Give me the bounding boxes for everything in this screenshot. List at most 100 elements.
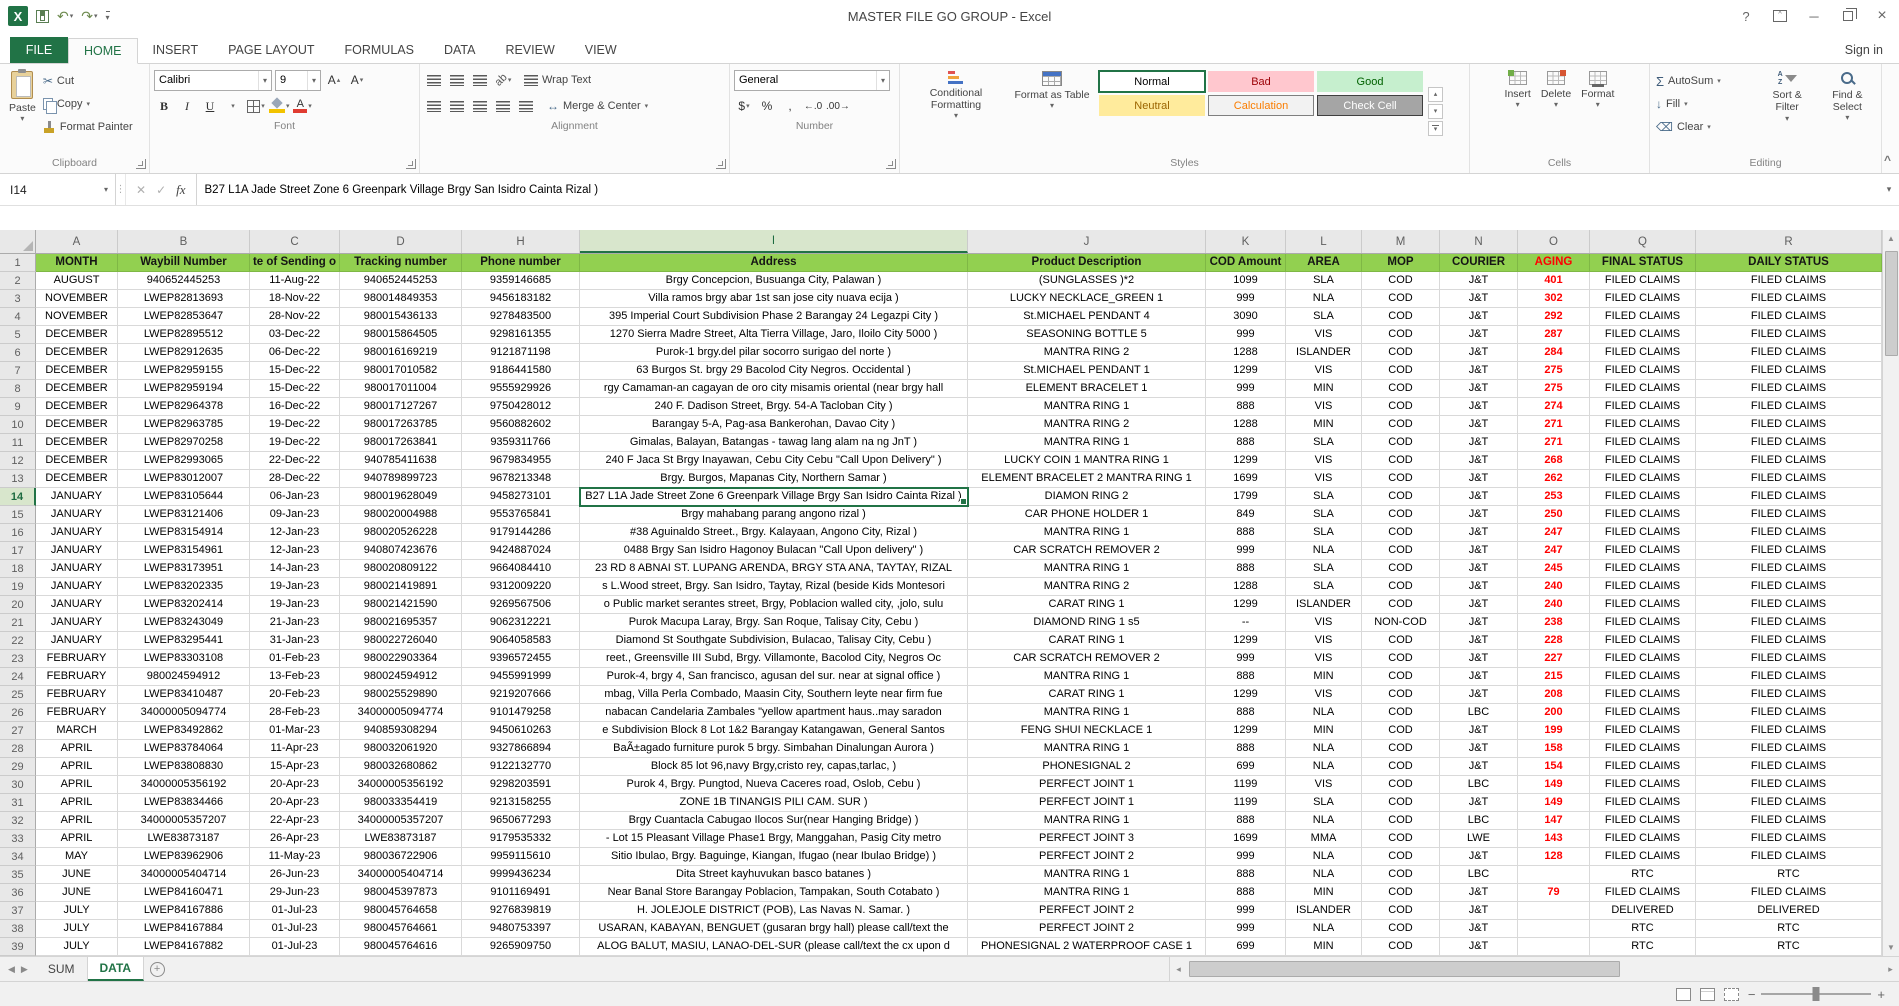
cell-q21[interactable]: FILED CLAIMS	[1590, 614, 1696, 632]
conditional-formatting-button[interactable]: Conditional Formatting ▾	[904, 67, 1008, 156]
cell-k24[interactable]: 888	[1206, 668, 1286, 686]
cell-b32[interactable]: 34000005357207	[118, 812, 250, 830]
scroll-left-button[interactable]: ◂	[1170, 964, 1187, 975]
cell-h35[interactable]: 9999436234	[462, 866, 580, 884]
cell-k21[interactable]: --	[1206, 614, 1286, 632]
cell-j24[interactable]: MANTRA RING 1	[968, 668, 1206, 686]
cell-n10[interactable]: J&T	[1440, 416, 1518, 434]
cell-a28[interactable]: APRIL	[36, 740, 118, 758]
cell-r9[interactable]: FILED CLAIMS	[1696, 398, 1882, 416]
cell-k11[interactable]: 888	[1206, 434, 1286, 452]
cell-q25[interactable]: FILED CLAIMS	[1590, 686, 1696, 704]
scroll-right-button[interactable]: ▸	[1882, 964, 1899, 975]
cell-d36[interactable]: 980045397873	[340, 884, 462, 902]
bold-button[interactable]: B	[154, 96, 174, 117]
scroll-up-button[interactable]: ▲	[1883, 230, 1899, 247]
cell-j3[interactable]: LUCKY NECKLACE_GREEN 1	[968, 290, 1206, 308]
cell-m35[interactable]: COD	[1362, 866, 1440, 884]
cell-c10[interactable]: 19-Dec-22	[250, 416, 340, 434]
cell-n14[interactable]: J&T	[1440, 488, 1518, 506]
cell-m29[interactable]: COD	[1362, 758, 1440, 776]
cell-d31[interactable]: 980033354419	[340, 794, 462, 812]
cell-m20[interactable]: COD	[1362, 596, 1440, 614]
cell-m31[interactable]: COD	[1362, 794, 1440, 812]
cell-m7[interactable]: COD	[1362, 362, 1440, 380]
cell-o19[interactable]: 240	[1518, 578, 1590, 596]
cell-q7[interactable]: FILED CLAIMS	[1590, 362, 1696, 380]
cell-m37[interactable]: COD	[1362, 902, 1440, 920]
gallery-up-button[interactable]: ▴	[1428, 87, 1443, 102]
vertical-scroll-thumb[interactable]	[1884, 251, 1898, 356]
cell-j27[interactable]: FENG SHUI NECKLACE 1	[968, 722, 1206, 740]
cell-o21[interactable]: 238	[1518, 614, 1590, 632]
row-number-7[interactable]: 7	[0, 362, 36, 380]
cell-r27[interactable]: FILED CLAIMS	[1696, 722, 1882, 740]
row-number-23[interactable]: 23	[0, 650, 36, 668]
cell-l28[interactable]: NLA	[1286, 740, 1362, 758]
collapse-ribbon-button[interactable]: ^	[1884, 153, 1891, 167]
header-cell-a1[interactable]: MONTH	[36, 254, 118, 272]
increase-font-size-button[interactable]: A ▴	[324, 70, 344, 91]
cell-c14[interactable]: 06-Jan-23	[250, 488, 340, 506]
cell-n3[interactable]: J&T	[1440, 290, 1518, 308]
cell-j15[interactable]: CAR PHONE HOLDER 1	[968, 506, 1206, 524]
cell-c19[interactable]: 19-Jan-23	[250, 578, 340, 596]
cell-l33[interactable]: MMA	[1286, 830, 1362, 848]
cell-a38[interactable]: JULY	[36, 920, 118, 938]
cell-r35[interactable]: RTC	[1696, 866, 1882, 884]
comma-style-button[interactable]: ,	[780, 96, 800, 117]
cell-k39[interactable]: 699	[1206, 938, 1286, 956]
cell-m4[interactable]: COD	[1362, 308, 1440, 326]
cell-j39[interactable]: PHONESIGNAL 2 WATERPROOF CASE 1	[968, 938, 1206, 956]
cell-h8[interactable]: 9555929926	[462, 380, 580, 398]
cell-l15[interactable]: SLA	[1286, 506, 1362, 524]
cell-o27[interactable]: 199	[1518, 722, 1590, 740]
cell-d27[interactable]: 940859308294	[340, 722, 462, 740]
cell-b19[interactable]: LWEP83202335	[118, 578, 250, 596]
cell-b6[interactable]: LWEP82912635	[118, 344, 250, 362]
cell-h11[interactable]: 9359311766	[462, 434, 580, 452]
row-number-10[interactable]: 10	[0, 416, 36, 434]
cell-d30[interactable]: 34000005356192	[340, 776, 462, 794]
cell-h39[interactable]: 9265909750	[462, 938, 580, 956]
cell-i33[interactable]: - Lot 15 Pleasant Village Phase1 Brgy, M…	[580, 830, 968, 848]
row-number-14[interactable]: 14	[0, 488, 36, 506]
cell-d15[interactable]: 980020004988	[340, 506, 462, 524]
cell-d6[interactable]: 980016169219	[340, 344, 462, 362]
cell-o38[interactable]	[1518, 920, 1590, 938]
cell-r33[interactable]: FILED CLAIMS	[1696, 830, 1882, 848]
cell-d24[interactable]: 980024594912	[340, 668, 462, 686]
cell-h2[interactable]: 9359146685	[462, 272, 580, 290]
cell-m36[interactable]: COD	[1362, 884, 1440, 902]
cell-b15[interactable]: LWEP83121406	[118, 506, 250, 524]
cell-d39[interactable]: 980045764616	[340, 938, 462, 956]
new-sheet-button[interactable]: +	[144, 957, 170, 981]
cell-m34[interactable]: COD	[1362, 848, 1440, 866]
cell-m39[interactable]: COD	[1362, 938, 1440, 956]
cell-a18[interactable]: JANUARY	[36, 560, 118, 578]
cell-k38[interactable]: 999	[1206, 920, 1286, 938]
cell-h27[interactable]: 9450610263	[462, 722, 580, 740]
cell-d5[interactable]: 980015864505	[340, 326, 462, 344]
customize-quick-access-button[interactable]: ▾	[105, 10, 110, 22]
cell-j18[interactable]: MANTRA RING 1	[968, 560, 1206, 578]
formula-bar-splitter[interactable]: ⋮	[116, 174, 126, 205]
cell-h30[interactable]: 9298203591	[462, 776, 580, 794]
cell-m12[interactable]: COD	[1362, 452, 1440, 470]
cell-c9[interactable]: 16-Dec-22	[250, 398, 340, 416]
cell-k18[interactable]: 888	[1206, 560, 1286, 578]
cell-h4[interactable]: 9278483500	[462, 308, 580, 326]
cell-a27[interactable]: MARCH	[36, 722, 118, 740]
cell-m17[interactable]: COD	[1362, 542, 1440, 560]
cell-c13[interactable]: 28-Dec-22	[250, 470, 340, 488]
cell-style-normal[interactable]: Normal	[1098, 70, 1206, 93]
cell-n35[interactable]: LBC	[1440, 866, 1518, 884]
cell-j23[interactable]: CAR SCRATCH REMOVER 2	[968, 650, 1206, 668]
row-number-3[interactable]: 3	[0, 290, 36, 308]
cell-b30[interactable]: 34000005356192	[118, 776, 250, 794]
cell-n21[interactable]: J&T	[1440, 614, 1518, 632]
gallery-down-button[interactable]: ▾	[1428, 104, 1443, 119]
gallery-more-button[interactable]: ▾	[1428, 121, 1443, 136]
header-cell-n1[interactable]: COURIER	[1440, 254, 1518, 272]
cell-l31[interactable]: SLA	[1286, 794, 1362, 812]
